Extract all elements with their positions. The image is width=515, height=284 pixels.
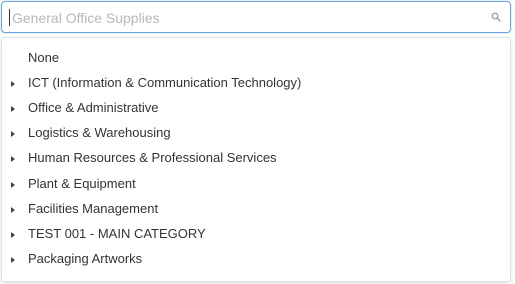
category-picker: None ICT (Information & Communication Te… <box>0 0 515 284</box>
expand-caret-icon[interactable] <box>11 106 15 112</box>
search-input[interactable] <box>9 9 482 26</box>
option-label: Office & Administrative <box>28 100 159 115</box>
option-test-main-category[interactable]: TEST 001 - MAIN CATEGORY <box>2 223 510 248</box>
expand-caret-icon[interactable] <box>11 81 15 87</box>
expand-caret-icon[interactable] <box>11 131 15 137</box>
option-label: TEST 001 - MAIN CATEGORY <box>28 226 206 241</box>
option-label: Facilities Management <box>28 201 159 216</box>
option-facilities-management[interactable]: Facilities Management <box>2 198 510 223</box>
option-plant-equipment[interactable]: Plant & Equipment <box>2 173 510 198</box>
expand-caret-icon[interactable] <box>11 232 15 238</box>
search-icon <box>491 12 501 22</box>
option-packaging-artworks[interactable]: Packaging Artworks <box>2 248 510 273</box>
option-label: Plant & Equipment <box>28 176 136 191</box>
expand-caret-icon[interactable] <box>11 207 15 213</box>
option-label: Human Resources & Professional Services <box>28 150 277 165</box>
expand-caret-icon[interactable] <box>11 257 15 263</box>
option-label: ICT (Information & Communication Technol… <box>28 75 302 90</box>
option-label: Packaging Artworks <box>28 251 143 266</box>
option-logistics-warehousing[interactable]: Logistics & Warehousing <box>2 122 510 147</box>
option-label: Logistics & Warehousing <box>28 125 171 140</box>
option-office-administrative[interactable]: Office & Administrative <box>2 97 510 122</box>
option-none[interactable]: None <box>2 47 510 72</box>
category-dropdown-list: None ICT (Information & Communication Te… <box>1 37 511 282</box>
option-human-resources[interactable]: Human Resources & Professional Services <box>2 147 510 172</box>
option-label: None <box>28 50 60 65</box>
option-ict[interactable]: ICT (Information & Communication Technol… <box>2 72 510 97</box>
expand-caret-icon[interactable] <box>11 182 15 188</box>
expand-caret-icon[interactable] <box>11 156 15 162</box>
search-box[interactable] <box>1 1 511 33</box>
